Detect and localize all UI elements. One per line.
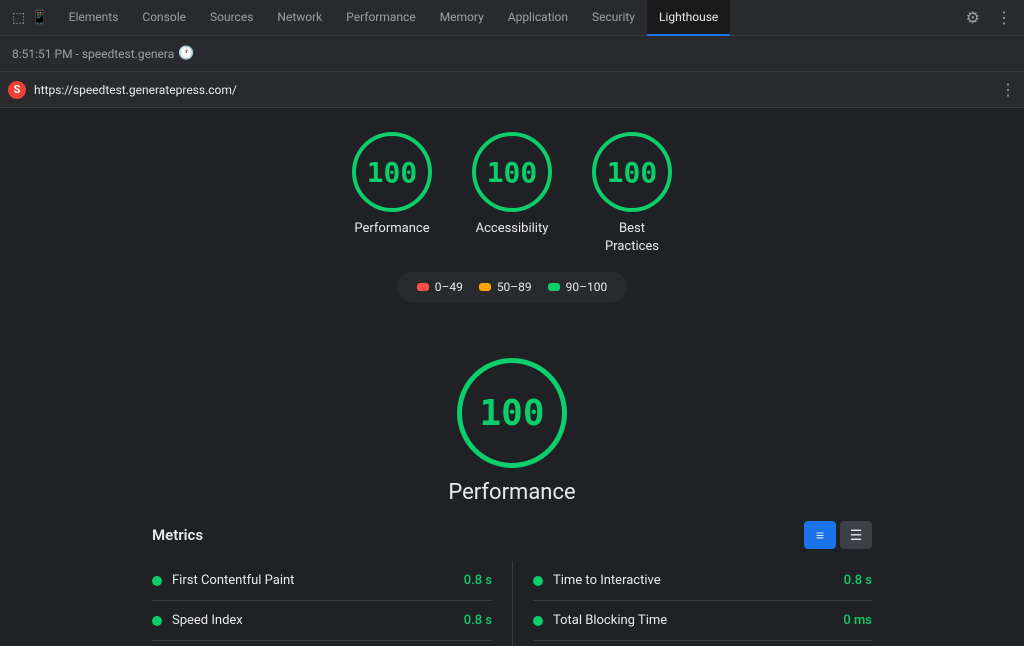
score-summary-section: 100 Performance 100 Accessibility 100 Be… xyxy=(0,108,1024,318)
metric-row-cls: Cumulative Layout Shift 0 xyxy=(533,641,872,646)
tab-lighthouse[interactable]: Lighthouse xyxy=(647,0,730,36)
tab-elements[interactable]: Elements xyxy=(57,0,131,36)
metric-row-si: Speed Index 0.8 s xyxy=(152,601,492,641)
legend-item-average: 50–89 xyxy=(479,280,532,294)
view-toggle-group: ≡ ☰ xyxy=(804,521,872,549)
main-content: 100 Performance 100 Accessibility 100 Be… xyxy=(0,108,1024,646)
metrics-grid: First Contentful Paint 0.8 s Speed Index… xyxy=(152,561,872,646)
legend-item-pass: 90–100 xyxy=(548,280,608,294)
performance-large-circle: 100 xyxy=(457,358,567,468)
toggle-list-view-button[interactable]: ☰ xyxy=(840,521,872,549)
tti-status-dot xyxy=(533,576,543,586)
best-practices-score-circle: 100 xyxy=(592,132,672,212)
legend-green-icon xyxy=(548,283,560,291)
devtools-left-icons: ⬚ 📱 xyxy=(4,10,57,26)
tab-console[interactable]: Console xyxy=(130,0,198,36)
toolbar-row: 8:51:51 PM - speedtest.genera 🕐 xyxy=(0,36,1024,72)
more-options-icon[interactable]: ⋮ xyxy=(988,8,1020,27)
score-item-best-practices[interactable]: 100 BestPractices xyxy=(592,132,672,256)
url-display: https://speedtest.generatepress.com/ xyxy=(34,83,992,97)
device-icon[interactable]: 📱 xyxy=(31,10,48,26)
metrics-header: Metrics ≡ ☰ xyxy=(152,521,872,549)
legend-red-icon xyxy=(417,283,429,291)
si-label: Speed Index xyxy=(172,613,454,628)
bar-view-icon: ≡ xyxy=(816,527,824,543)
tbt-label: Total Blocking Time xyxy=(553,613,833,628)
performance-label: Performance xyxy=(354,220,429,238)
score-item-performance[interactable]: 100 Performance xyxy=(352,132,432,238)
score-legend: 0–49 50–89 90–100 xyxy=(397,272,628,302)
metric-row-lcp: Largest Contentful Paint 0.8 s xyxy=(152,641,492,646)
inspect-icon[interactable]: ⬚ xyxy=(12,10,25,26)
metrics-right-column: Time to Interactive 0.8 s Total Blocking… xyxy=(512,561,872,646)
si-status-dot xyxy=(152,616,162,626)
performance-detail-title: Performance xyxy=(448,480,575,505)
tab-network[interactable]: Network xyxy=(265,0,334,36)
metric-row-tti: Time to Interactive 0.8 s xyxy=(533,561,872,601)
tab-application[interactable]: Application xyxy=(496,0,580,36)
url-options-icon[interactable]: ⋮ xyxy=(1000,80,1016,99)
settings-icon[interactable]: ⚙ xyxy=(958,8,988,27)
legend-pass-range: 90–100 xyxy=(566,280,608,294)
score-circles-container: 100 Performance 100 Accessibility 100 Be… xyxy=(352,132,672,256)
devtools-tab-bar: ⬚ 📱 Elements Console Sources Network Per… xyxy=(0,0,1024,36)
toggle-bar-view-button[interactable]: ≡ xyxy=(804,521,836,549)
legend-orange-icon xyxy=(479,283,491,291)
tab-sources[interactable]: Sources xyxy=(198,0,265,36)
metric-row-fcp: First Contentful Paint 0.8 s xyxy=(152,561,492,601)
metric-row-tbt: Total Blocking Time 0 ms xyxy=(533,601,872,641)
si-value: 0.8 s xyxy=(464,613,492,628)
legend-item-fail: 0–49 xyxy=(417,280,463,294)
list-view-icon: ☰ xyxy=(850,527,863,544)
metrics-left-column: First Contentful Paint 0.8 s Speed Index… xyxy=(152,561,512,646)
accessibility-score-circle: 100 xyxy=(472,132,552,212)
score-item-accessibility[interactable]: 100 Accessibility xyxy=(472,132,552,238)
metrics-title: Metrics xyxy=(152,526,203,544)
tti-label: Time to Interactive xyxy=(553,573,834,588)
tbt-value: 0 ms xyxy=(843,613,872,628)
timestamp-display: 8:51:51 PM - speedtest.genera 🕐 xyxy=(12,46,194,61)
tti-value: 0.8 s xyxy=(844,573,872,588)
performance-detail-section: 100 Performance Metrics ≡ ☰ xyxy=(0,334,1024,646)
url-bar: S https://speedtest.generatepress.com/ ⋮ xyxy=(0,72,1024,108)
site-favicon: S xyxy=(8,81,26,99)
clock-icon: 🕐 xyxy=(178,46,194,61)
accessibility-label: Accessibility xyxy=(476,220,549,238)
tab-performance[interactable]: Performance xyxy=(334,0,427,36)
tab-security[interactable]: Security xyxy=(580,0,647,36)
tab-memory[interactable]: Memory xyxy=(428,0,496,36)
tbt-status-dot xyxy=(533,616,543,626)
legend-average-range: 50–89 xyxy=(497,280,532,294)
fcp-status-dot xyxy=(152,576,162,586)
legend-fail-range: 0–49 xyxy=(435,280,463,294)
fcp-value: 0.8 s xyxy=(464,573,492,588)
metrics-section: Metrics ≡ ☰ First Contentful Paint xyxy=(152,521,872,646)
fcp-label: First Contentful Paint xyxy=(172,573,454,588)
performance-score-circle: 100 xyxy=(352,132,432,212)
best-practices-label: BestPractices xyxy=(605,220,659,256)
